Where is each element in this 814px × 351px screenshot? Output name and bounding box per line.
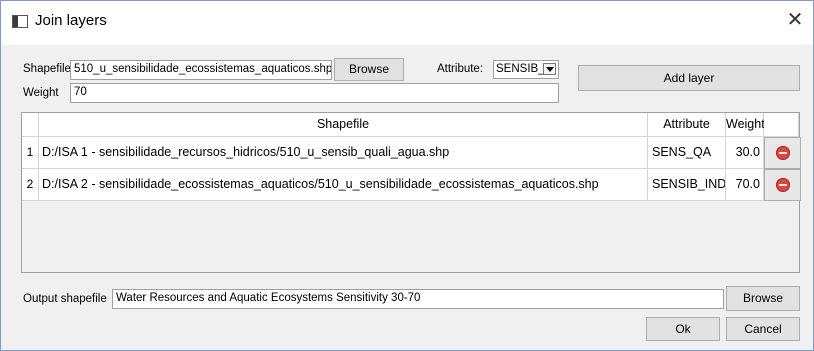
row-number[interactable]: 2: [22, 169, 39, 201]
shapefile-label: Shapefile: [23, 63, 71, 75]
remove-icon: [776, 178, 790, 192]
remove-icon: [776, 146, 790, 160]
weight-input[interactable]: 70: [70, 83, 559, 103]
ok-button[interactable]: Ok: [646, 317, 720, 341]
add-layer-button[interactable]: Add layer: [578, 65, 800, 91]
remove-row-button[interactable]: [764, 169, 801, 201]
table-cell-attribute[interactable]: SENSIB_IND: [648, 169, 726, 201]
table-cell-weight[interactable]: 70.0: [726, 169, 764, 201]
table-cell-shapefile[interactable]: D:/ISA 2 - sensibilidade_ecossistemas_aq…: [39, 169, 648, 201]
column-header-weight[interactable]: Weight: [726, 113, 765, 137]
title-bar: Join layers ✕: [1, 1, 813, 45]
window-title: Join layers: [35, 12, 107, 29]
column-header-remove: [764, 113, 799, 137]
join-layers-dialog: Join layers ✕ Shapefile 510_u_sensibilid…: [0, 0, 814, 351]
app-icon: [12, 15, 28, 28]
chevron-down-icon: [543, 63, 556, 75]
output-browse-button[interactable]: Browse: [726, 286, 800, 311]
row-number[interactable]: 1: [22, 137, 39, 169]
table-cell-attribute[interactable]: SENS_QA: [648, 137, 726, 169]
close-icon[interactable]: ✕: [783, 9, 807, 31]
layers-table: Shapefile Attribute Weight 1 D:/ISA 1 - …: [21, 112, 801, 273]
table-cell-shapefile[interactable]: D:/ISA 1 - sensibilidade_recursos_hidric…: [39, 137, 648, 169]
remove-row-button[interactable]: [764, 137, 801, 169]
attribute-label: Attribute:: [437, 63, 484, 75]
table-cell-weight[interactable]: 30.0: [726, 137, 764, 169]
attribute-select[interactable]: SENSIB_: [493, 60, 559, 79]
output-shapefile-label: Output shapefile: [23, 293, 107, 305]
output-shapefile-input[interactable]: Water Resources and Aquatic Ecosystems S…: [112, 289, 724, 309]
weight-label: Weight: [23, 87, 59, 99]
column-header-shapefile[interactable]: Shapefile: [39, 113, 648, 137]
attribute-selected-value: SENSIB_: [496, 63, 545, 75]
shapefile-input[interactable]: 510_u_sensibilidade_ecossistemas_aquatic…: [70, 60, 332, 80]
column-header-attribute[interactable]: Attribute: [648, 113, 726, 137]
cancel-button[interactable]: Cancel: [726, 317, 800, 341]
shapefile-browse-button[interactable]: Browse: [334, 58, 404, 81]
table-corner: [22, 113, 39, 137]
